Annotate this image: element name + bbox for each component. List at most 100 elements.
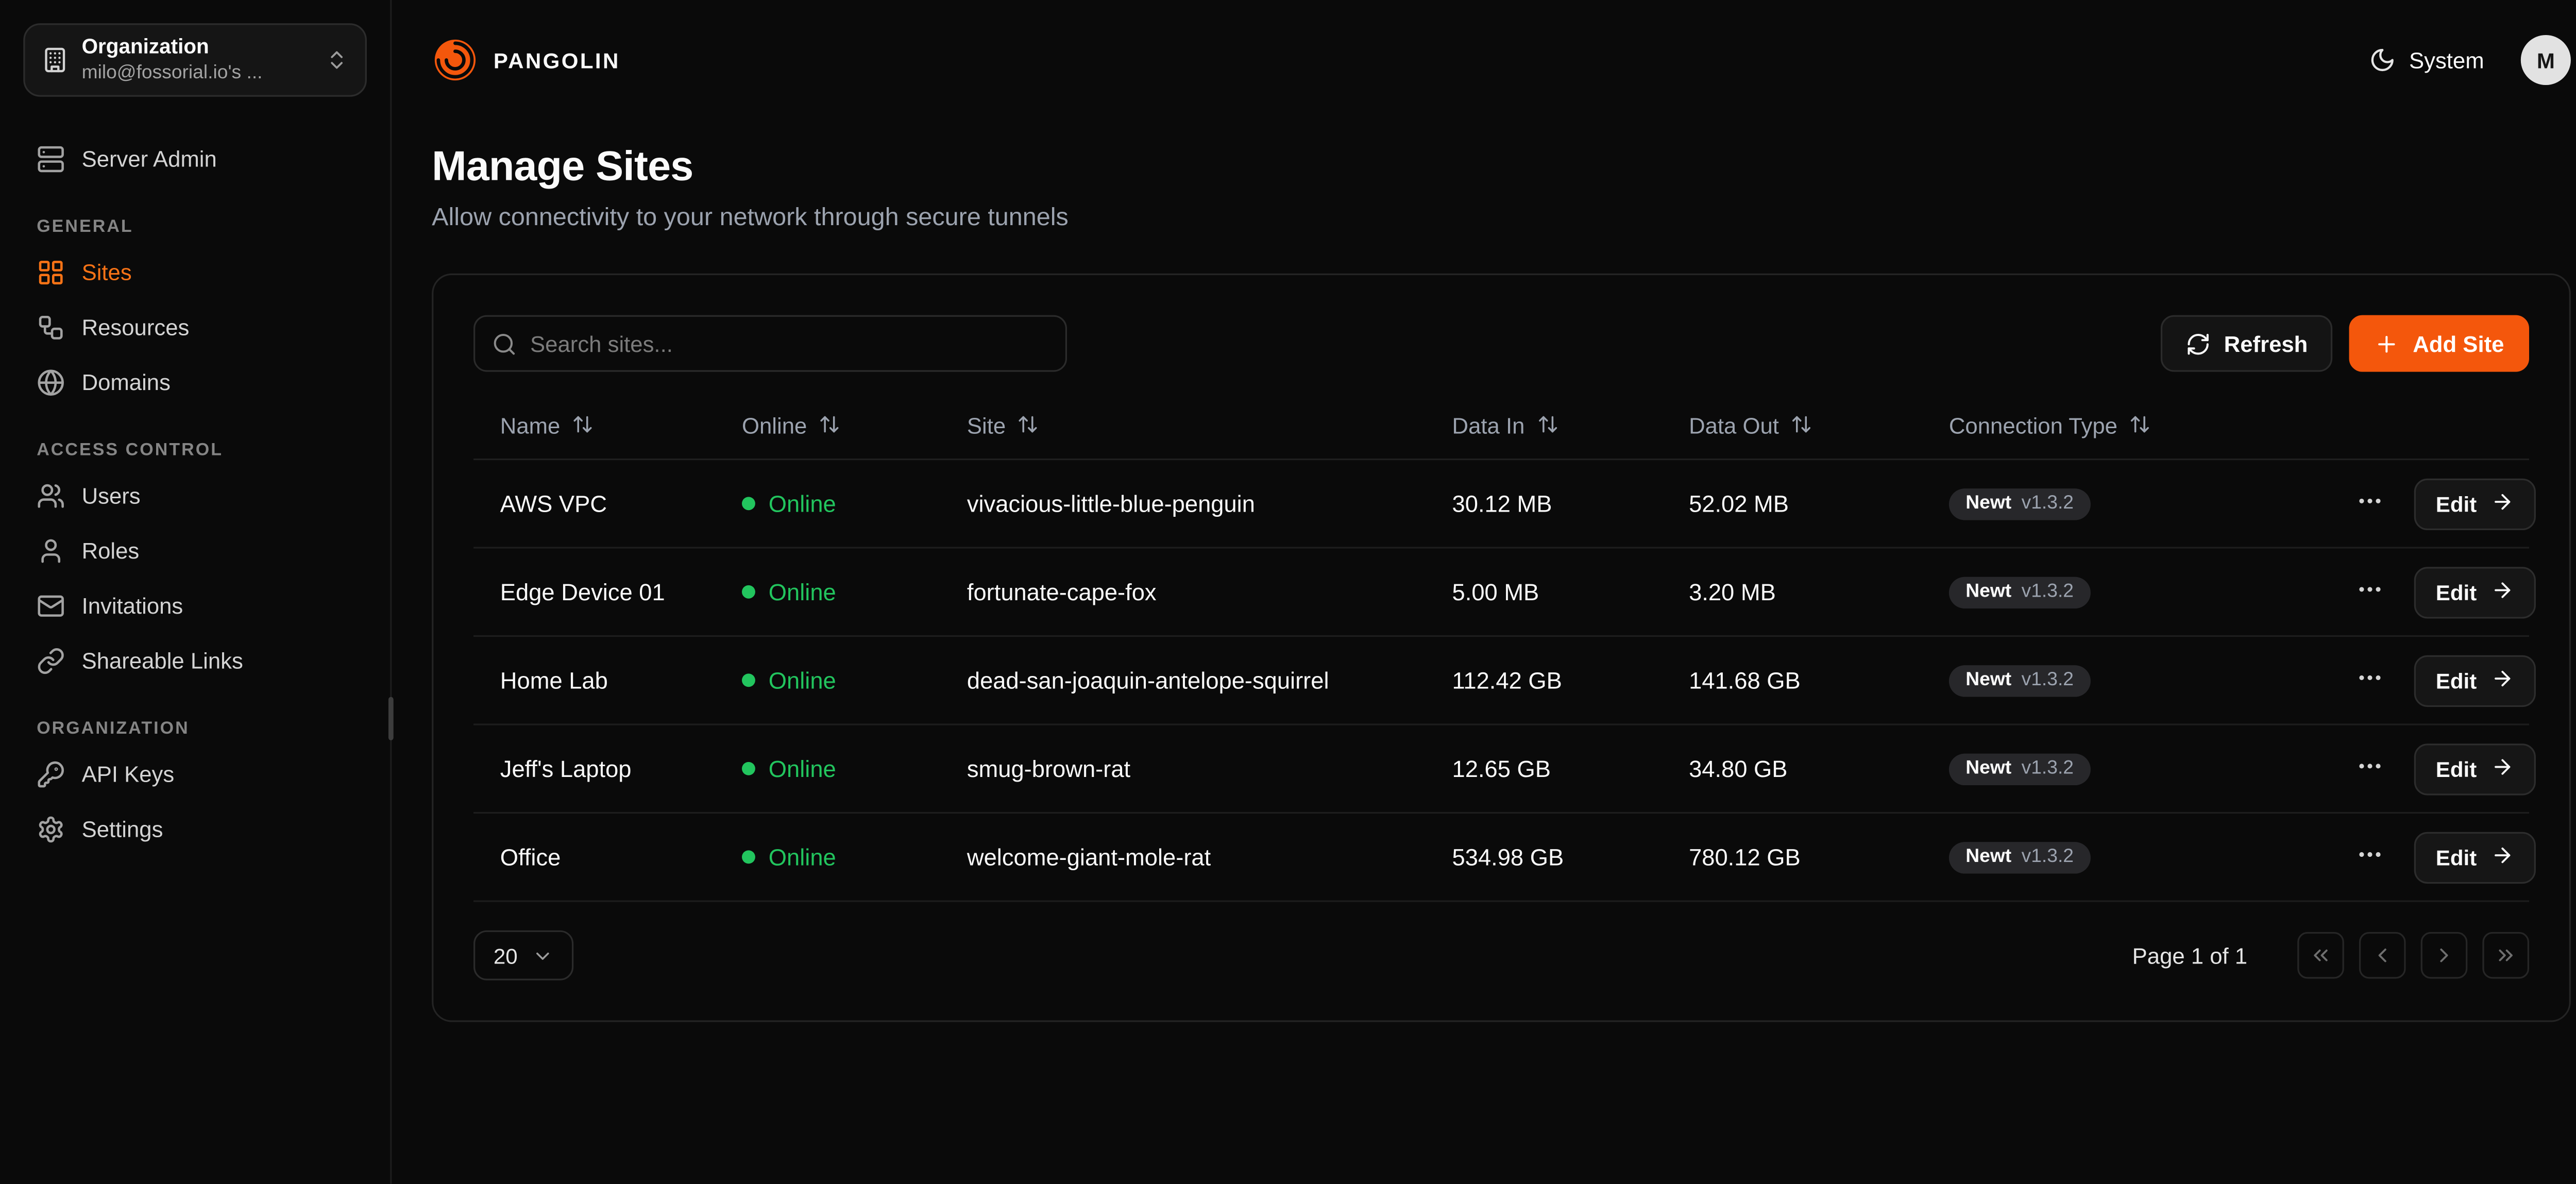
connection-type-version: v1.3.2 [2022, 583, 2074, 602]
cell-connection-type: Newtv1.3.2 [1922, 840, 2323, 874]
online-status-label: Online [769, 843, 836, 870]
sort-icon [2129, 413, 2151, 439]
arrow-right-icon [2490, 489, 2513, 518]
cell-site-id: fortunate-cape-fox [940, 579, 1426, 605]
edit-button[interactable]: Edit [2414, 478, 2535, 529]
org-switcher[interactable]: Organization milo@fossorial.io's ... [23, 23, 367, 96]
edit-button[interactable]: Edit [2414, 743, 2535, 794]
arrow-right-icon [2490, 666, 2513, 695]
theme-toggle[interactable]: System [2369, 47, 2484, 74]
sidebar-item-users[interactable]: Users [23, 470, 367, 522]
column-header-label: Data In [1452, 414, 1525, 439]
refresh-button[interactable]: Refresh [2161, 315, 2333, 372]
table-row: OfficeOnlinewelcome-giant-mole-rat534.98… [473, 814, 2529, 902]
connection-type-name: Newt [1965, 495, 2011, 514]
sort-button-data-in[interactable]: Data In [1435, 402, 1574, 449]
prev-page-button[interactable] [2359, 932, 2406, 979]
sort-button-data-out[interactable]: Data Out [1672, 402, 1829, 449]
column-header-data-in: Data In [1426, 402, 1663, 449]
edit-button[interactable]: Edit [2414, 831, 2535, 883]
page-subtitle: Allow connectivity to your network throu… [432, 204, 2571, 232]
search-input[interactable] [530, 331, 1048, 356]
sidebar-item-api-keys[interactable]: API Keys [23, 749, 367, 800]
org-switcher-value: milo@fossorial.io's ... [82, 61, 312, 86]
sidebar-item-sites[interactable]: Sites [23, 247, 367, 298]
nav-section-access-control: ACCESS CONTROLUsersRolesInvitationsShare… [23, 440, 367, 687]
sidebar-item-settings[interactable]: Settings [23, 804, 367, 855]
edit-button-label: Edit [2436, 844, 2477, 870]
cell-data-out: 34.80 GB [1662, 755, 1922, 782]
cell-data-out: 52.02 MB [1662, 490, 1922, 517]
sidebar-item-label: Server Admin [82, 147, 217, 172]
sort-button-connection-type[interactable]: Connection Type [1933, 402, 2168, 449]
sidebar-item-label: Settings [82, 817, 163, 842]
page-size-value: 20 [494, 943, 518, 968]
column-header-label: Name [500, 414, 561, 439]
sidebar-item-server-admin[interactable]: Server Admin [23, 133, 367, 185]
sidebar-item-roles[interactable]: Roles [23, 525, 367, 577]
row-menu-button[interactable] [2349, 568, 2391, 615]
table-row: AWS VPCOnlinevivacious-little-blue-pengu… [473, 460, 2529, 549]
page-info: Page 1 of 1 [2132, 943, 2247, 968]
gear-icon [37, 815, 65, 843]
topbar-right: System M [2369, 35, 2571, 85]
page-size-select[interactable]: 20 [473, 931, 574, 980]
sidebar-item-resources[interactable]: Resources [23, 302, 367, 353]
online-dot-icon [742, 673, 755, 687]
edit-button[interactable]: Edit [2414, 566, 2535, 618]
avatar[interactable]: M [2521, 35, 2571, 85]
refresh-icon [2185, 331, 2211, 356]
sort-button-site[interactable]: Site [951, 402, 1056, 449]
connection-type-badge: Newtv1.3.2 [1949, 577, 2090, 609]
connection-type-badge: Newtv1.3.2 [1949, 753, 2090, 786]
row-menu-button[interactable] [2349, 834, 2391, 881]
sidebar-item-shareable-links[interactable]: Shareable Links [23, 635, 367, 687]
sort-icon [1791, 413, 1812, 439]
sidebar-item-domains[interactable]: Domains [23, 357, 367, 409]
row-menu-button[interactable] [2349, 480, 2391, 527]
search-box [473, 315, 1067, 372]
table-body: AWS VPCOnlinevivacious-little-blue-pengu… [473, 460, 2529, 902]
first-page-button[interactable] [2297, 932, 2344, 979]
server-icon [37, 145, 65, 174]
column-header-site: Site [940, 402, 1426, 449]
next-page-button[interactable] [2421, 932, 2468, 979]
row-menu-button[interactable] [2349, 657, 2391, 704]
ellipsis-icon [2355, 487, 2384, 520]
connection-type-version: v1.3.2 [2022, 671, 2074, 690]
cell-site-id: dead-san-joaquin-antelope-squirrel [940, 667, 1426, 694]
arrow-right-icon [2490, 754, 2513, 783]
column-header-online: Online [715, 402, 940, 449]
last-page-button[interactable] [2482, 932, 2529, 979]
column-header-label: Site [967, 414, 1006, 439]
edit-button[interactable]: Edit [2414, 654, 2535, 706]
toolbar: Refresh Add Site [473, 315, 2529, 372]
sidebar-item-label: Shareable Links [82, 649, 243, 674]
table-row: Jeff's LaptopOnlinesmug-brown-rat12.65 G… [473, 725, 2529, 814]
cell-online-status: Online [715, 755, 940, 782]
main: PANGOLIN System M Manage Sites Allow con… [392, 0, 2576, 1184]
sidebar-scrollbar-thumb[interactable] [388, 697, 394, 740]
add-site-button[interactable]: Add Site [2349, 315, 2529, 372]
cell-online-status: Online [715, 490, 940, 517]
sort-button-name[interactable]: Name [483, 402, 610, 449]
sidebar-item-label: Resources [82, 315, 190, 341]
online-dot-icon [742, 497, 755, 510]
org-switcher-label: Organization [82, 34, 312, 61]
online-status-label: Online [769, 755, 836, 782]
ellipsis-icon [2355, 840, 2384, 874]
arrow-right-icon [2490, 843, 2513, 871]
cell-online-status: Online [715, 579, 940, 605]
column-header-label: Data Out [1689, 414, 1779, 439]
row-menu-button[interactable] [2349, 745, 2391, 792]
cell-data-in: 112.42 GB [1426, 667, 1663, 694]
sidebar-item-invitations[interactable]: Invitations [23, 580, 367, 632]
sort-button-online[interactable]: Online [725, 402, 857, 449]
cell-site-id: welcome-giant-mole-rat [940, 843, 1426, 870]
sidebar-item-label: API Keys [82, 762, 175, 787]
brand[interactable]: PANGOLIN [432, 37, 620, 83]
plus-icon [2375, 331, 2400, 356]
column-header-connection-type: Connection Type [1922, 402, 2323, 449]
moon-icon [2369, 47, 2396, 74]
connection-type-badge: Newtv1.3.2 [1949, 488, 2090, 520]
